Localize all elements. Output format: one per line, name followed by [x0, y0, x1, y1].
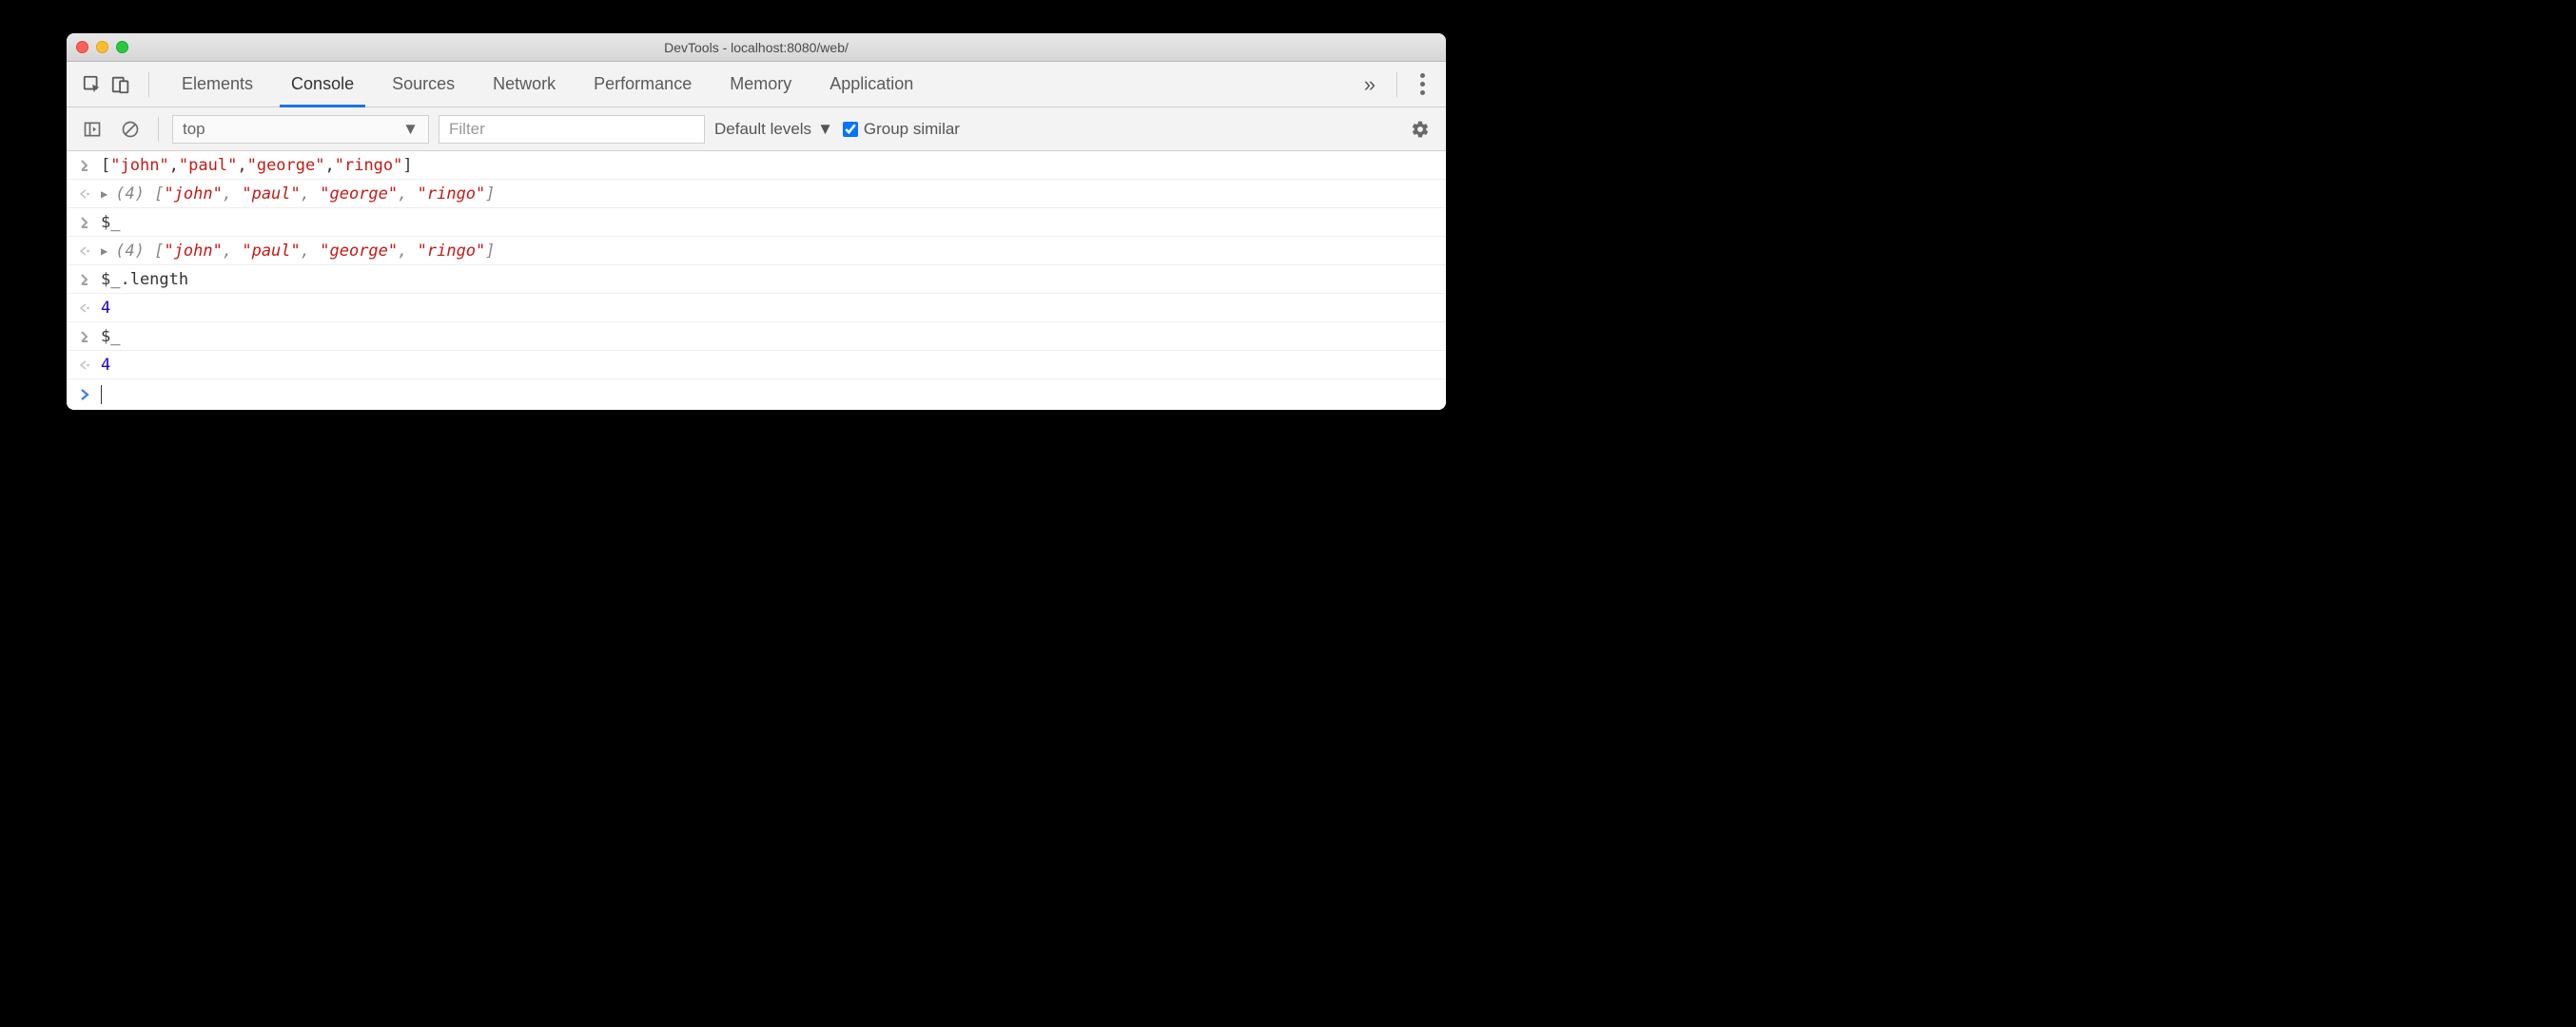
maximize-window-button[interactable]: [116, 41, 128, 53]
dropdown-triangle-icon: ▼: [402, 120, 419, 139]
tab-sources[interactable]: Sources: [373, 62, 474, 107]
tab-memory[interactable]: Memory: [711, 62, 810, 107]
output-marker-icon: [76, 245, 93, 257]
prompt-marker-icon: [76, 389, 93, 400]
code-content: 4: [101, 299, 110, 318]
console-output-row[interactable]: ▶ (4) ["john", "paul", "george", "ringo"]: [67, 180, 1446, 208]
input-marker-icon: [76, 274, 93, 285]
code-content: $_: [101, 213, 120, 232]
traffic-lights: [76, 41, 128, 53]
code-content: (4) ["john", "paul", "george", "ringo"]: [115, 242, 495, 261]
toggle-sidebar-icon[interactable]: [78, 115, 107, 144]
code-content: $_.length: [101, 270, 188, 289]
more-options-icon[interactable]: [1411, 73, 1434, 95]
console-input-row[interactable]: $_: [67, 208, 1446, 237]
console-input-row[interactable]: $_: [67, 322, 1446, 351]
device-toolbar-icon[interactable]: [107, 70, 135, 99]
execution-context-select[interactable]: top ▼: [172, 115, 429, 144]
output-marker-icon: [76, 188, 93, 200]
log-levels-select[interactable]: Default levels ▼: [714, 120, 833, 139]
input-marker-icon: [76, 331, 93, 342]
console-output-row[interactable]: ▶ (4) ["john", "paul", "george", "ringo"]: [67, 237, 1446, 265]
dropdown-triangle-icon: ▼: [817, 120, 833, 139]
console-toolbar: top ▼ Default levels ▼ Group similar: [67, 107, 1446, 151]
console-output[interactable]: ["john","paul","george","ringo"] ▶ (4) ["j…: [67, 151, 1446, 410]
console-settings-icon[interactable]: [1406, 115, 1434, 144]
console-output-row[interactable]: 4: [67, 294, 1446, 322]
tab-performance[interactable]: Performance: [575, 62, 711, 107]
code-content: ["john","paul","george","ringo"]: [101, 156, 413, 175]
panel-tabs: ElementsConsoleSourcesNetworkPerformance…: [163, 62, 1353, 107]
output-marker-icon: [76, 359, 93, 371]
group-similar-input[interactable]: [843, 122, 858, 137]
devtools-tabbar: ElementsConsoleSourcesNetworkPerformance…: [67, 62, 1446, 107]
tab-network[interactable]: Network: [474, 62, 575, 107]
devtools-window: DevTools - localhost:8080/web/ ElementsC…: [67, 33, 1446, 410]
console-input-row[interactable]: $_.length: [67, 265, 1446, 294]
input-marker-icon: [76, 160, 93, 171]
code-content: (4) ["john", "paul", "george", "ringo"]: [115, 184, 495, 203]
levels-label: Default levels: [714, 120, 811, 139]
expand-icon[interactable]: ▶: [101, 187, 107, 201]
separator: [1396, 72, 1397, 97]
window-titlebar[interactable]: DevTools - localhost:8080/web/: [67, 33, 1446, 62]
close-window-button[interactable]: [76, 41, 88, 53]
code-content: 4: [101, 356, 110, 375]
code-content: $_: [101, 327, 120, 346]
output-marker-icon: [76, 302, 93, 314]
window-title: DevTools - localhost:8080/web/: [67, 40, 1446, 55]
filter-input[interactable]: [439, 115, 705, 144]
tab-application[interactable]: Application: [810, 62, 932, 107]
minimize-window-button[interactable]: [96, 41, 108, 53]
expand-icon[interactable]: ▶: [101, 244, 107, 258]
separator: [158, 117, 159, 142]
group-similar-label: Group similar: [864, 120, 960, 139]
more-tabs-icon[interactable]: »: [1353, 72, 1383, 97]
group-similar-checkbox[interactable]: Group similar: [843, 120, 960, 139]
clear-console-icon[interactable]: [116, 115, 145, 144]
tab-console[interactable]: Console: [272, 62, 373, 107]
text-cursor: [101, 385, 102, 404]
context-label: top: [183, 120, 205, 139]
separator: [148, 72, 149, 97]
console-output-row[interactable]: 4: [67, 351, 1446, 379]
console-prompt[interactable]: [67, 379, 1446, 410]
tab-elements[interactable]: Elements: [163, 62, 272, 107]
console-input-row[interactable]: ["john","paul","george","ringo"]: [67, 151, 1446, 180]
inspect-element-icon[interactable]: [78, 70, 107, 99]
input-marker-icon: [76, 217, 93, 228]
